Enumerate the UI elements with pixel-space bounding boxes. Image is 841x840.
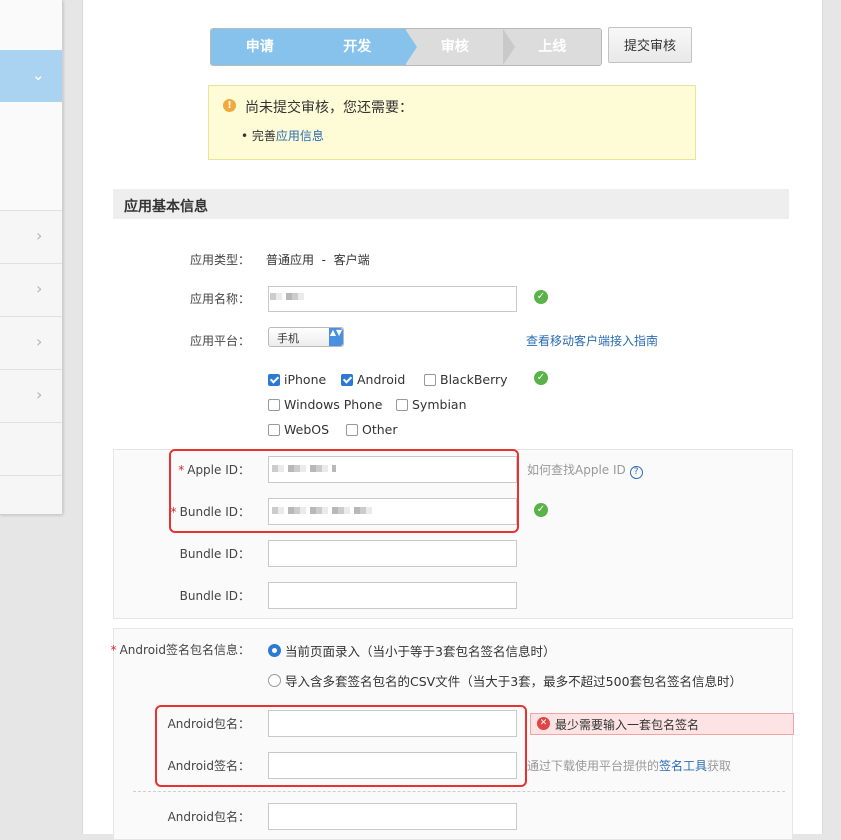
ok-icon: ✓ [534, 371, 548, 385]
notice-message: 尚未提交审核，您还需要： [245, 100, 413, 116]
checkbox-symbian[interactable]: Symbian [396, 397, 467, 412]
sidebar-item[interactable]: › [0, 316, 62, 369]
highlight-box [169, 449, 519, 533]
progress-steps: 申请 开发 审核 上线 [210, 28, 602, 66]
checkbox-blackberry[interactable]: BlackBerry [424, 372, 508, 387]
android-sig-label: * Android签名包名信息： [110, 643, 250, 657]
error-icon: ✕ [537, 717, 550, 730]
notice-item: • 完善应用信息 [241, 129, 324, 143]
highlight-box [155, 705, 527, 787]
radio-csv-import[interactable]: 导入含多套签名包名的CSV文件（当大于3套，最多不超过500套包名签名信息时） [268, 671, 742, 690]
ok-icon: ✓ [534, 290, 548, 304]
client-guide-link[interactable]: 查看移动客户端接入指南 [526, 332, 658, 349]
section-title: 应用基本信息 [124, 199, 208, 215]
notice-box: ! 尚未提交审核，您还需要： • 完善应用信息 [208, 85, 696, 160]
sidebar-item[interactable]: › [0, 263, 62, 316]
checkbox-android[interactable]: Android [341, 372, 405, 387]
bundle-id-input-3[interactable] [268, 582, 517, 609]
sidebar-item[interactable]: › [0, 210, 62, 263]
checkbox-iphone[interactable]: iPhone [268, 372, 326, 387]
chevron-right-icon: › [36, 226, 43, 245]
bundle-id-label: Bundle ID： [179, 547, 250, 561]
step-apply: 申请 [211, 29, 320, 65]
signature-tool-link[interactable]: 签名工具 [659, 759, 707, 773]
chevron-right-icon: › [36, 385, 43, 404]
checkbox-windows-phone[interactable]: Windows Phone [268, 397, 383, 412]
checkbox-other[interactable]: Other [346, 422, 398, 437]
chevron-right-icon: › [36, 279, 43, 298]
step-online: 上线 [503, 29, 601, 65]
section-header: 应用基本信息 [113, 189, 789, 219]
app-platform-label: 应用平台： [189, 334, 250, 348]
bundle-id-input-2[interactable] [268, 540, 517, 567]
sidebar-item[interactable] [0, 475, 62, 514]
select-arrows-icon: ▲▼ [329, 328, 343, 346]
apple-id-help: 如何查找Apple ID ? [527, 461, 643, 479]
sidebar: ⌄ › › › › [0, 0, 63, 515]
warning-icon: ! [223, 99, 236, 112]
radio-manual-entry[interactable]: 当前页面录入（当小于等于3套包名签名信息时） [268, 641, 555, 660]
error-banner: ✕ 最少需要输入一套包名签名 [530, 713, 794, 735]
app-info-link[interactable]: 应用信息 [276, 129, 324, 143]
step-develop: 开发 [308, 29, 417, 65]
checkbox-webos[interactable]: WebOS [268, 422, 329, 437]
bundle-id-label: Bundle ID： [179, 589, 250, 603]
help-icon[interactable]: ? [629, 466, 643, 479]
sidebar-item[interactable]: › [0, 369, 62, 422]
android-package-input-2[interactable] [268, 803, 517, 830]
sidebar-item[interactable] [0, 422, 62, 475]
app-type-label: 应用类型： [189, 253, 250, 267]
chevron-right-icon: › [36, 332, 43, 351]
app-type-value: 普通应用 - 客户端 [266, 253, 370, 267]
sidebar-item-selected[interactable]: ⌄ [0, 50, 62, 102]
submit-review-button[interactable]: 提交审核 [608, 27, 692, 63]
platform-select[interactable]: 手机 ▲▼ [268, 327, 344, 347]
android-package-label: Android包名： [167, 810, 250, 824]
step-review: 审核 [406, 29, 515, 65]
ok-icon: ✓ [534, 503, 548, 517]
app-name-label: 应用名称： [189, 292, 250, 306]
chevron-down-icon: ⌄ [32, 66, 45, 84]
signature-hint: 通过下载使用平台提供的签名工具获取 [527, 759, 732, 773]
redacted-text [270, 293, 306, 300]
divider [133, 791, 785, 792]
